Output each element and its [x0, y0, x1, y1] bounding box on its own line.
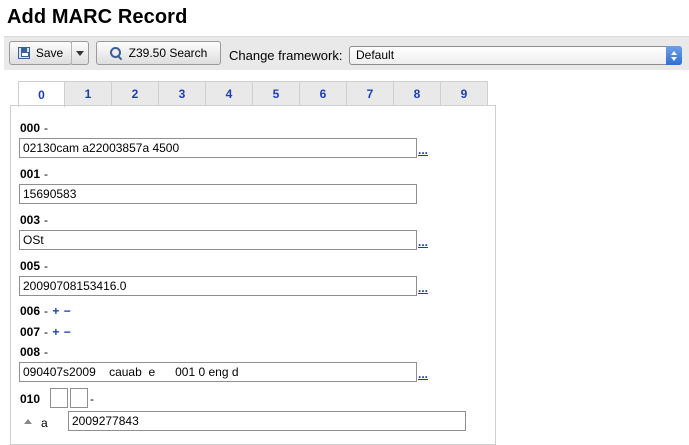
tab-0[interactable]: 0: [18, 81, 65, 107]
floppy-disk-icon: [17, 47, 30, 59]
field-tag-006: 006- + −: [20, 304, 71, 318]
tab-3[interactable]: 3: [159, 81, 206, 106]
field-006-add-button[interactable]: +: [52, 304, 59, 318]
tab-2[interactable]: 2: [112, 81, 159, 106]
field-006-remove-button[interactable]: −: [64, 304, 71, 318]
select-arrows-icon: [666, 46, 682, 65]
toolbar: Save Z39.50 Search Change framework: Def…: [4, 36, 689, 70]
chevron-down-icon: [76, 50, 84, 56]
save-label: Save: [35, 46, 64, 60]
z3950-search-button[interactable]: Z39.50 Search: [96, 41, 221, 65]
field-tag-003: 003-: [20, 213, 49, 227]
field-005-input[interactable]: 20090708153416.0: [19, 276, 417, 296]
tab-bar: 0 1 2 3 4 5 6 7 8 9: [18, 81, 488, 107]
tab-9[interactable]: 9: [441, 81, 488, 106]
page-title: Add MARC Record: [7, 6, 188, 28]
field-007-remove-button[interactable]: −: [64, 325, 71, 339]
field-005-plugin-link[interactable]: ...: [418, 282, 428, 294]
field-tag-001: 001-: [20, 167, 49, 181]
field-008-input[interactable]: 090407s2009 cauab e 001 0 eng d: [19, 362, 417, 382]
subfield-a-input[interactable]: 2009277843: [68, 411, 466, 431]
framework-select[interactable]: Default: [349, 46, 682, 65]
indicator-2-input[interactable]: [70, 388, 88, 408]
field-003-input[interactable]: OSt: [19, 230, 417, 250]
field-000-plugin-link[interactable]: ...: [418, 144, 428, 156]
save-button[interactable]: Save: [9, 41, 72, 65]
field-000-input[interactable]: 02130cam a22003857a 4500: [19, 138, 417, 158]
framework-label: Change framework:: [229, 48, 343, 63]
save-menu-button[interactable]: [71, 41, 89, 65]
field-008-plugin-link[interactable]: ...: [418, 368, 428, 380]
subfield-code: a: [41, 416, 48, 430]
field-010-dash: -: [90, 392, 94, 406]
z3950-search-label: Z39.50 Search: [128, 46, 208, 60]
search-icon: [109, 47, 122, 59]
tab-8[interactable]: 8: [394, 81, 441, 106]
field-tag-000: 000-: [20, 121, 49, 135]
field-tag-008: 008-: [20, 345, 49, 359]
tab-6[interactable]: 6: [300, 81, 347, 106]
triangle-up-icon[interactable]: [24, 419, 32, 424]
tab-7[interactable]: 7: [347, 81, 394, 106]
field-001-input[interactable]: 15690583: [19, 184, 417, 204]
indicator-1-input[interactable]: [50, 388, 68, 408]
field-tag-010: 010: [20, 392, 41, 406]
tab-1[interactable]: 1: [65, 81, 112, 106]
field-tag-005: 005-: [20, 259, 49, 273]
framework-value: Default: [356, 48, 395, 62]
field-003-plugin-link[interactable]: ...: [418, 236, 428, 248]
tab-5[interactable]: 5: [253, 81, 300, 106]
field-007-add-button[interactable]: +: [52, 325, 59, 339]
tab-4[interactable]: 4: [206, 81, 253, 106]
field-tag-007: 007- + −: [20, 325, 71, 339]
